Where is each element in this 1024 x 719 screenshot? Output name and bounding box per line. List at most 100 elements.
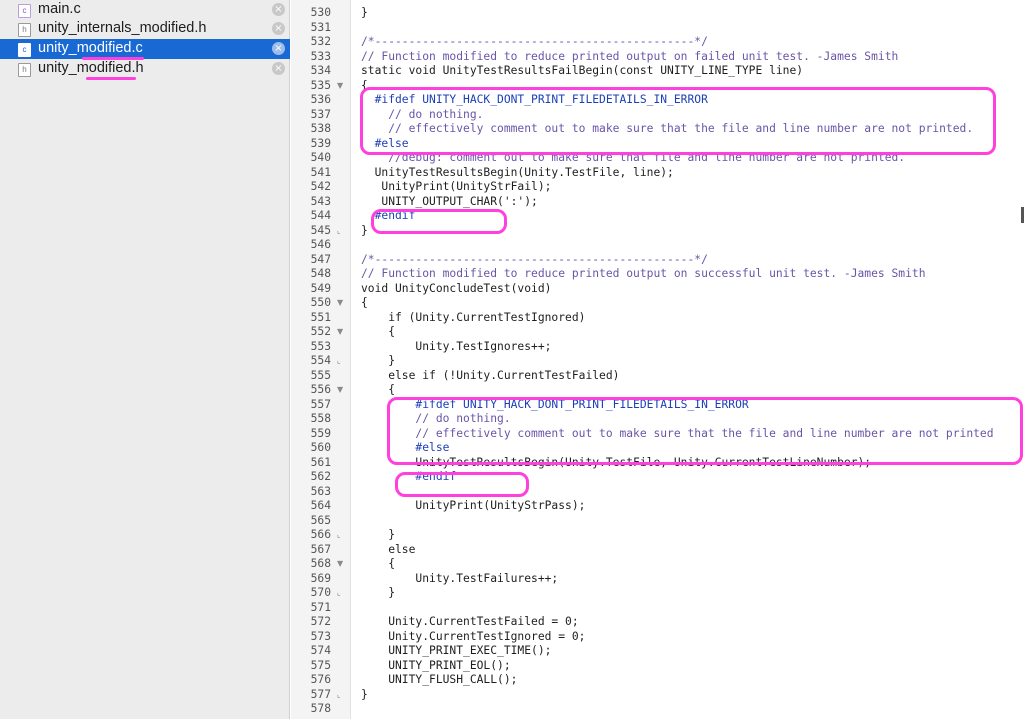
line-number: 571	[310, 600, 331, 614]
line-number: 541	[310, 165, 331, 179]
line-number: 556	[310, 383, 331, 396]
line-number-gutter: 530 531 532 533 534 535 ▼ 536 537 538 539 540 541 542…	[291, 0, 351, 719]
line-number: 569	[310, 571, 331, 585]
code-line[interactable]: UnityPrint(UnityStrFail);	[361, 180, 551, 195]
close-file-icon[interactable]: ×	[272, 62, 285, 75]
line-number: 563	[310, 484, 331, 498]
line-number: 573	[310, 629, 331, 643]
code-line[interactable]: /*--------------------------------------…	[361, 35, 708, 50]
line-number: 540	[310, 151, 331, 164]
code-line[interactable]: // Function modified to reduce printed o…	[361, 267, 926, 282]
line-number: 558	[310, 412, 331, 425]
line-number: 549	[310, 281, 331, 295]
code-line[interactable]: if (Unity.CurrentTestIgnored)	[361, 311, 585, 326]
line-number: 559	[310, 426, 331, 440]
annotation-highlight-box	[387, 397, 1023, 465]
code-editor[interactable]: 530 531 532 533 534 535 ▼ 536 537 538 539 540 541 542…	[291, 0, 1024, 719]
code-line[interactable]: {	[361, 557, 395, 572]
fold-open-icon[interactable]: ▼	[337, 325, 343, 340]
code-line[interactable]: {	[361, 383, 395, 398]
code-line[interactable]: UNITY_PRINT_EOL();	[361, 659, 510, 674]
code-line[interactable]: UnityPrint(UnityStrPass);	[361, 499, 585, 514]
code-line[interactable]: else if (!Unity.CurrentTestFailed)	[361, 369, 619, 384]
fold-open-icon[interactable]: ▼	[337, 383, 343, 398]
code-line[interactable]: UnityTestResultsBegin(Unity.TestFile, li…	[361, 166, 674, 181]
code-line[interactable]: else	[361, 543, 415, 558]
fold-end-icon: ⌞	[337, 530, 341, 539]
line-number: 555	[310, 368, 331, 382]
close-file-icon[interactable]: ×	[272, 42, 285, 55]
line-number: 565	[310, 513, 331, 527]
file-item[interactable]: c unity_modified.c ×	[0, 39, 290, 59]
code-line[interactable]: Unity.CurrentTestIgnored = 0;	[361, 630, 585, 645]
line-number: 551	[310, 310, 331, 324]
line-number: 545	[310, 223, 331, 237]
line-number: 539	[310, 136, 331, 150]
file-name: unity_internals_modified.h	[38, 20, 207, 36]
code-line[interactable]: /*--------------------------------------…	[361, 253, 708, 268]
line-number: 547	[310, 252, 331, 266]
code-line[interactable]: }	[361, 586, 395, 601]
code-line[interactable]: UNITY_PRINT_EXEC_TIME();	[361, 644, 551, 659]
close-file-icon[interactable]: ×	[272, 22, 285, 35]
line-number: 574	[310, 644, 331, 657]
code-line[interactable]: {	[361, 296, 368, 311]
fold-end-icon: ⌞	[337, 356, 341, 365]
code-line[interactable]: void UnityConcludeTest(void)	[361, 282, 551, 297]
line-number: 552	[310, 325, 331, 338]
code-line[interactable]: Unity.TestFailures++;	[361, 572, 558, 587]
line-number: 560	[310, 441, 331, 454]
code-line[interactable]: }	[361, 354, 395, 369]
line-number: 548	[310, 267, 331, 280]
line-number: 536	[310, 93, 331, 106]
code-line[interactable]: Unity.CurrentTestFailed = 0;	[361, 615, 578, 630]
line-number: 531	[310, 20, 331, 34]
line-number: 578	[310, 702, 331, 715]
c-source-file-icon: c	[18, 4, 31, 18]
file-name: main.c	[38, 1, 81, 17]
line-number: 570	[310, 586, 331, 599]
line-number: 568	[310, 557, 331, 570]
line-number: 530	[310, 6, 331, 19]
fold-open-icon[interactable]: ▼	[337, 79, 343, 94]
code-line[interactable]: UNITY_OUTPUT_CHAR(':');	[361, 195, 537, 210]
line-number: 532	[310, 35, 331, 48]
line-number: 572	[310, 615, 331, 628]
line-number: 567	[310, 542, 331, 556]
code-line[interactable]: {	[361, 325, 395, 340]
line-number: 543	[310, 194, 331, 208]
file-item[interactable]: h unity_modified.h ×	[0, 59, 290, 79]
line-number: 554	[310, 354, 331, 367]
code-line[interactable]: Unity.TestIgnores++;	[361, 340, 551, 355]
file-item[interactable]: c main.c ×	[0, 0, 290, 20]
line-number: 576	[310, 673, 331, 686]
fold-open-icon[interactable]: ▼	[337, 557, 343, 572]
code-line[interactable]: }	[361, 224, 368, 239]
line-number: 564	[310, 499, 331, 512]
fold-end-icon: ⌞	[337, 225, 341, 235]
code-line[interactable]: }	[361, 6, 368, 21]
line-number: 544	[310, 209, 331, 222]
fold-end-icon: ⌞	[337, 588, 341, 597]
annotation-underline	[86, 77, 136, 80]
code-line[interactable]: UNITY_FLUSH_CALL();	[361, 673, 517, 688]
annotation-underline	[82, 57, 144, 60]
annotation-highlight-box	[360, 87, 996, 155]
header-file-icon: h	[18, 63, 31, 77]
close-file-icon[interactable]: ×	[272, 3, 285, 16]
file-item[interactable]: h unity_internals_modified.h ×	[0, 19, 290, 39]
fold-open-icon[interactable]: ▼	[337, 296, 343, 311]
line-number: 562	[310, 470, 331, 483]
code-line[interactable]: }	[361, 528, 395, 543]
line-number: 542	[310, 180, 331, 193]
annotation-highlight-box	[371, 209, 507, 234]
line-number: 537	[310, 107, 331, 121]
c-source-file-icon: c	[18, 43, 31, 57]
line-number: 553	[310, 339, 331, 353]
file-name: unity_modified.h	[38, 60, 144, 76]
file-name: unity_modified.c	[38, 40, 143, 56]
code-line[interactable]: // Function modified to reduce printed o…	[361, 50, 898, 65]
code-line[interactable]: static void UnityTestResultsFailBegin(co…	[361, 64, 803, 79]
code-line[interactable]: }	[361, 688, 368, 703]
line-number: 575	[310, 658, 331, 672]
